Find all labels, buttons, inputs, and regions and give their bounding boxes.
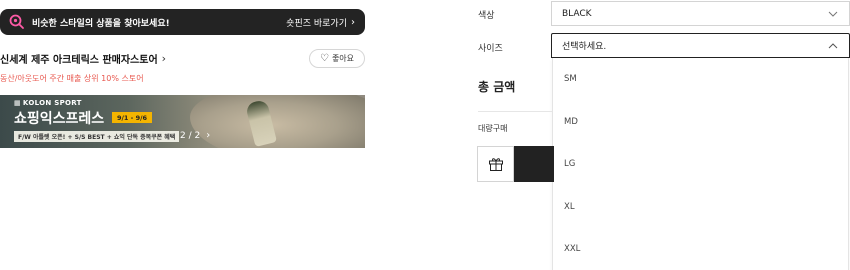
total-price-label: 총 금액: [478, 80, 516, 94]
size-option-xxl[interactable]: XXL: [564, 244, 580, 254]
size-dropdown-list: SM MD LG XL XXL: [552, 58, 849, 270]
bulk-purchase-link[interactable]: 대량구매: [478, 123, 507, 134]
search-icon: [9, 14, 24, 29]
divider: [478, 111, 552, 112]
shortpins-link[interactable]: 숏핀즈 바로가기 ›: [286, 16, 355, 29]
buy-button[interactable]: [514, 146, 554, 182]
heart-icon: ♡: [319, 52, 329, 64]
banner-pager[interactable]: 2 / 2 ›: [180, 130, 210, 141]
size-option-label: 사이즈: [478, 44, 503, 54]
size-option-md[interactable]: MD: [564, 117, 578, 127]
size-option-sm[interactable]: SM: [564, 74, 577, 84]
chevron-right-icon[interactable]: ›: [206, 130, 210, 141]
gift-button[interactable]: [477, 146, 514, 182]
brand-logo-icon: ▦: [14, 99, 21, 107]
chevron-right-icon: ›: [161, 51, 167, 65]
store-description: 동산/아웃도어 주간 매출 상위 10% 스토어: [0, 74, 144, 83]
promo-text: 비슷한 스타일의 상품을 찾아보세요!: [32, 18, 170, 29]
chevron-right-icon: ›: [351, 16, 355, 28]
color-select-value: BLACK: [562, 8, 592, 19]
size-select[interactable]: 선택하세요.: [551, 33, 850, 58]
banner-brand: ▦ KOLON SPORT: [14, 99, 82, 107]
size-option-lg[interactable]: LG: [564, 159, 575, 169]
banner-background-image: [190, 95, 365, 148]
size-option-xl[interactable]: XL: [564, 202, 575, 212]
promo-banner[interactable]: ▦ KOLON SPORT 쇼핑익스프레스 9/1 - 9/6 F/W 아틀렛 오…: [0, 95, 365, 148]
like-button[interactable]: ♡ 좋아요: [309, 48, 365, 68]
store-row: 신세계 제주 아크테릭스 판매자스토어 › ♡ 좋아요: [0, 48, 365, 68]
similar-style-promo-bar[interactable]: 비슷한 스타일의 상품을 찾아보세요! 숏핀즈 바로가기 ›: [0, 9, 365, 35]
chevron-down-icon: [828, 11, 838, 17]
banner-date-chip: 9/1 - 9/6: [112, 112, 153, 123]
shortpins-link-label: 숏핀즈 바로가기: [286, 18, 347, 29]
chevron-up-icon: [828, 42, 838, 48]
gift-icon: [488, 158, 503, 171]
banner-pager-count: 2 / 2: [180, 130, 201, 141]
color-option-label: 색상: [478, 11, 495, 21]
banner-subtitle: F/W 아틀렛 오픈! + S/S BEST + 쇼익 단독 증복쿠폰 혜택: [14, 131, 180, 142]
color-select[interactable]: BLACK: [551, 1, 850, 26]
size-select-placeholder: 선택하세요.: [562, 42, 607, 52]
store-name-link[interactable]: 신세계 제주 아크테릭스 판매자스토어: [0, 51, 158, 66]
banner-title: 쇼핑익스프레스: [14, 111, 105, 127]
like-button-label: 좋아요: [331, 53, 355, 63]
